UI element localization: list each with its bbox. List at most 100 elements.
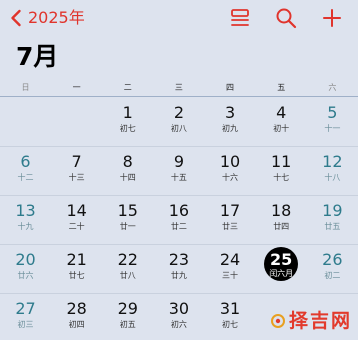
day-cell[interactable]: 12 十八 — [307, 147, 358, 193]
weekday-label: 三 — [174, 83, 183, 92]
lunar-date: 廿三 — [222, 222, 239, 231]
lunar-date: 十三 — [68, 173, 85, 182]
day-cell[interactable]: 22 廿八 — [102, 245, 153, 291]
day-cell[interactable]: 11 十七 — [256, 147, 307, 193]
day-cell[interactable]: 2 初八 — [153, 98, 204, 144]
lunar-date: 初七 — [222, 320, 239, 329]
day-number: 11 — [271, 152, 292, 171]
back-to-year-button[interactable]: 2025年 — [10, 8, 85, 28]
lunar-date: 十二 — [17, 173, 34, 182]
lunar-date: 十九 — [17, 222, 34, 231]
day-cell[interactable]: 23 廿九 — [153, 245, 204, 291]
weekday-label: 四 — [226, 83, 235, 92]
watermark-logo-icon — [270, 313, 286, 329]
chevron-left-icon — [10, 9, 22, 27]
day-number: 8 — [122, 152, 133, 171]
day-cell[interactable]: 6 十二 — [0, 147, 51, 193]
day-cell[interactable]: 7 十三 — [51, 147, 102, 193]
lunar-date: 十六 — [222, 173, 239, 182]
day-number: 31 — [219, 299, 241, 318]
header-divider — [0, 96, 358, 97]
day-cell[interactable]: 18 廿四 — [256, 196, 307, 242]
lunar-date: 闰六月 — [269, 269, 294, 278]
lunar-date: 初七 — [119, 124, 136, 133]
lunar-date: 廿八 — [119, 271, 136, 280]
lunar-date: 廿一 — [119, 222, 136, 231]
day-cell[interactable]: 27 初三 — [0, 294, 51, 340]
day-cell[interactable]: 17 廿三 — [205, 196, 256, 242]
day-cell[interactable]: 19 廿五 — [307, 196, 358, 242]
day-number: 18 — [271, 201, 292, 220]
day-number: 5 — [327, 103, 338, 122]
day-cell-today[interactable]: 25 闰六月 — [256, 245, 307, 291]
calendar-app: 2025年 7月 日 一 二 三 四 五 六 1 初七 2 初八 3 初九 4 … — [0, 0, 358, 340]
watermark-text: 择吉网 — [288, 310, 352, 332]
day-cell[interactable]: 31 初七 — [205, 294, 256, 340]
search-icon — [274, 6, 298, 30]
day-number: 1 — [122, 103, 133, 122]
list-view-icon — [228, 6, 252, 30]
weekday-label: 五 — [277, 83, 286, 92]
day-cell[interactable]: 24 三十 — [205, 245, 256, 291]
day-cell[interactable]: 30 初六 — [153, 294, 204, 340]
day-cell[interactable]: 1 初七 — [102, 98, 153, 144]
add-icon — [320, 6, 344, 30]
lunar-date: 廿五 — [324, 222, 341, 231]
day-cell[interactable]: 29 初五 — [102, 294, 153, 340]
lunar-date: 初十 — [273, 124, 290, 133]
day-number: 14 — [66, 201, 87, 220]
lunar-date: 初四 — [68, 320, 85, 329]
day-number: 6 — [20, 152, 31, 171]
day-number: 4 — [276, 103, 287, 122]
day-cell[interactable]: 5 十一 — [307, 98, 358, 144]
day-number: 16 — [168, 201, 190, 220]
day-number: 17 — [219, 201, 241, 220]
lunar-date: 初六 — [170, 320, 187, 329]
day-number: 7 — [71, 152, 82, 171]
lunar-date: 十一 — [324, 124, 341, 133]
day-cell[interactable]: 4 初十 — [256, 98, 307, 144]
day-cell[interactable]: 28 初四 — [51, 294, 102, 340]
lunar-date: 三十 — [222, 271, 239, 280]
day-cell[interactable]: 9 十五 — [153, 147, 204, 193]
day-number: 24 — [219, 250, 241, 269]
month-title: 7月 — [16, 42, 59, 71]
day-cell[interactable]: 10 十六 — [205, 147, 256, 193]
day-cell[interactable]: 8 十四 — [102, 147, 153, 193]
day-cell[interactable]: 14 二十 — [51, 196, 102, 242]
lunar-date: 十四 — [119, 173, 136, 182]
day-number: 27 — [15, 299, 36, 318]
weekday-label: 一 — [72, 83, 81, 92]
lunar-date: 廿四 — [273, 222, 290, 231]
back-label: 2025年 — [28, 8, 85, 27]
lunar-date: 初三 — [17, 320, 34, 329]
day-number: 10 — [219, 152, 241, 171]
search-button[interactable] — [274, 6, 298, 30]
day-cell[interactable]: 15 廿一 — [102, 196, 153, 242]
day-number: 9 — [173, 152, 184, 171]
top-bar: 2025年 — [0, 0, 358, 36]
day-number: 3 — [224, 103, 236, 122]
day-number: 21 — [66, 250, 87, 269]
day-number: 13 — [15, 201, 36, 220]
lunar-date: 十八 — [324, 173, 341, 182]
lunar-date: 廿九 — [170, 271, 187, 280]
day-number: 19 — [322, 201, 343, 220]
lunar-date: 初二 — [324, 271, 341, 280]
day-cell[interactable]: 26 初二 — [307, 245, 358, 291]
day-number: 26 — [322, 250, 343, 269]
lunar-date: 十七 — [273, 173, 290, 182]
day-cell[interactable]: 21 廿七 — [51, 245, 102, 291]
day-number: 29 — [117, 299, 138, 318]
day-cell[interactable]: 3 初九 — [205, 98, 256, 144]
day-number: 30 — [168, 299, 190, 318]
day-cell[interactable]: 16 廿二 — [153, 196, 204, 242]
list-view-button[interactable] — [228, 6, 252, 30]
lunar-date: 廿二 — [170, 222, 187, 231]
day-cell[interactable]: 13 十九 — [0, 196, 51, 242]
weekday-header: 日一二三四五六 — [0, 79, 358, 97]
day-cell[interactable]: 20 廿六 — [0, 245, 51, 291]
lunar-date: 初八 — [170, 124, 187, 133]
day-number: 23 — [168, 250, 190, 269]
add-event-button[interactable] — [320, 6, 344, 30]
